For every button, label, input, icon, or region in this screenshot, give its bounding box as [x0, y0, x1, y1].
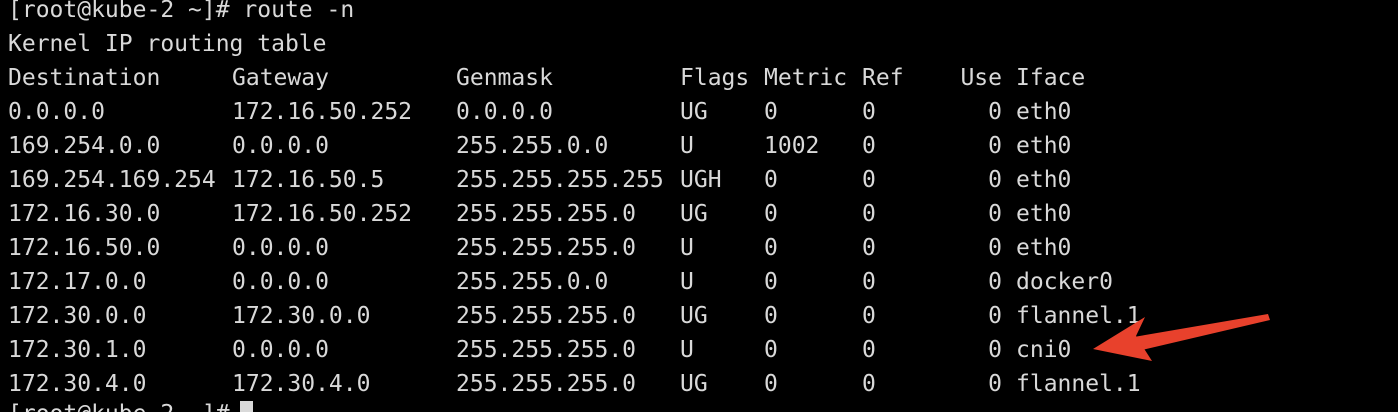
- cell-genmask: 255.255.255.255: [456, 167, 664, 193]
- cell-iface: docker0: [1016, 269, 1113, 295]
- cell-ref: 0: [862, 201, 876, 227]
- cell-ref: 0: [862, 235, 876, 261]
- cell-iface: eth0: [1016, 99, 1072, 125]
- cell-flags: U: [680, 235, 694, 261]
- cell-iface: eth0: [1016, 133, 1072, 159]
- cell-use: 0: [988, 235, 1002, 261]
- column-header-ref: Ref: [862, 65, 904, 91]
- cell-destination: 172.30.4.0: [8, 371, 147, 397]
- cell-flags: UG: [680, 201, 708, 227]
- cell-use: 0: [988, 269, 1002, 295]
- cell-iface: eth0: [1016, 167, 1072, 193]
- cell-metric: 0: [764, 167, 778, 193]
- cell-use: 0: [988, 167, 1002, 193]
- shell-prompt-line: [root@kube-2 ~]#: [8, 397, 253, 412]
- cell-iface: flannel.1: [1016, 371, 1141, 397]
- cell-iface: cni0: [1016, 337, 1072, 363]
- cell-destination: 172.16.50.0: [8, 235, 161, 261]
- cell-ref: 0: [862, 371, 876, 397]
- cell-destination: 172.17.0.0: [8, 269, 147, 295]
- cell-use: 0: [988, 201, 1002, 227]
- column-header-gateway: Gateway: [232, 65, 329, 91]
- cell-iface: eth0: [1016, 201, 1072, 227]
- cell-iface: eth0: [1016, 235, 1072, 261]
- cell-gateway: 172.30.0.0: [232, 303, 371, 329]
- cell-metric: 0: [764, 235, 778, 261]
- cell-ref: 0: [862, 269, 876, 295]
- cell-flags: UGH: [680, 167, 722, 193]
- cell-flags: U: [680, 337, 694, 363]
- cell-gateway: 0.0.0.0: [232, 337, 329, 363]
- cell-metric: 0: [764, 337, 778, 363]
- cell-flags: UG: [680, 99, 708, 125]
- cell-genmask: 255.255.255.0: [456, 371, 637, 397]
- cell-metric: 0: [764, 269, 778, 295]
- cell-destination: 172.16.30.0: [8, 201, 161, 227]
- cell-ref: 0: [862, 167, 876, 193]
- command-prompt-line: [root@kube-2 ~]# route -n: [8, 0, 355, 23]
- cell-destination: 0.0.0.0: [8, 99, 105, 125]
- column-header-iface: Iface: [1016, 65, 1086, 91]
- cell-metric: 0: [764, 99, 778, 125]
- column-header-destination: Destination: [8, 65, 161, 91]
- shell-prompt-text: [root@kube-2 ~]#: [8, 401, 230, 412]
- cell-gateway: 172.30.4.0: [232, 371, 371, 397]
- cell-use: 0: [988, 133, 1002, 159]
- cell-gateway: 0.0.0.0: [232, 269, 329, 295]
- cell-metric: 1002: [764, 133, 820, 159]
- column-header-metric: Metric: [764, 65, 848, 91]
- cell-use: 0: [988, 99, 1002, 125]
- cell-ref: 0: [862, 337, 876, 363]
- cell-genmask: 255.255.255.0: [456, 235, 637, 261]
- cell-iface: flannel.1: [1016, 303, 1141, 329]
- red-arrow-shaft: [1128, 314, 1270, 353]
- cell-use: 0: [988, 371, 1002, 397]
- cell-flags: U: [680, 269, 694, 295]
- column-header-use: Use: [960, 65, 1002, 91]
- cell-flags: UG: [680, 371, 708, 397]
- cell-genmask: 255.255.0.0: [456, 269, 609, 295]
- cell-gateway: 172.16.50.252: [232, 201, 413, 227]
- cell-gateway: 172.16.50.252: [232, 99, 413, 125]
- cell-destination: 172.30.1.0: [8, 337, 147, 363]
- cell-ref: 0: [862, 303, 876, 329]
- cell-gateway: 0.0.0.0: [232, 235, 329, 261]
- cell-ref: 0: [862, 99, 876, 125]
- cell-metric: 0: [764, 201, 778, 227]
- cell-genmask: 255.255.255.0: [456, 303, 637, 329]
- cell-genmask: 255.255.255.0: [456, 337, 637, 363]
- cell-genmask: 0.0.0.0: [456, 99, 553, 125]
- routing-table-header: Destination Gateway Genmask Flags Metric…: [8, 61, 1085, 95]
- cell-ref: 0: [862, 133, 876, 159]
- cell-metric: 0: [764, 371, 778, 397]
- cell-use: 0: [988, 337, 1002, 363]
- cell-gateway: 172.16.50.5: [232, 167, 385, 193]
- cell-gateway: 0.0.0.0: [232, 133, 329, 159]
- cell-use: 0: [988, 303, 1002, 329]
- text-cursor: [239, 401, 253, 412]
- cell-destination: 169.254.0.0: [8, 133, 161, 159]
- cell-genmask: 255.255.255.0: [456, 201, 637, 227]
- routing-table-title: Kernel IP routing table: [8, 31, 327, 57]
- cell-flags: UG: [680, 303, 708, 329]
- column-header-genmask: Genmask: [456, 65, 553, 91]
- cell-destination: 169.254.169.254: [8, 167, 216, 193]
- cell-flags: U: [680, 133, 694, 159]
- cell-metric: 0: [764, 303, 778, 329]
- cell-genmask: 255.255.0.0: [456, 133, 609, 159]
- column-header-flags: Flags: [680, 65, 750, 91]
- terminal-window[interactable]: [root@kube-2 ~]# route -n Kernel IP rout…: [0, 0, 1398, 412]
- cell-destination: 172.30.0.0: [8, 303, 147, 329]
